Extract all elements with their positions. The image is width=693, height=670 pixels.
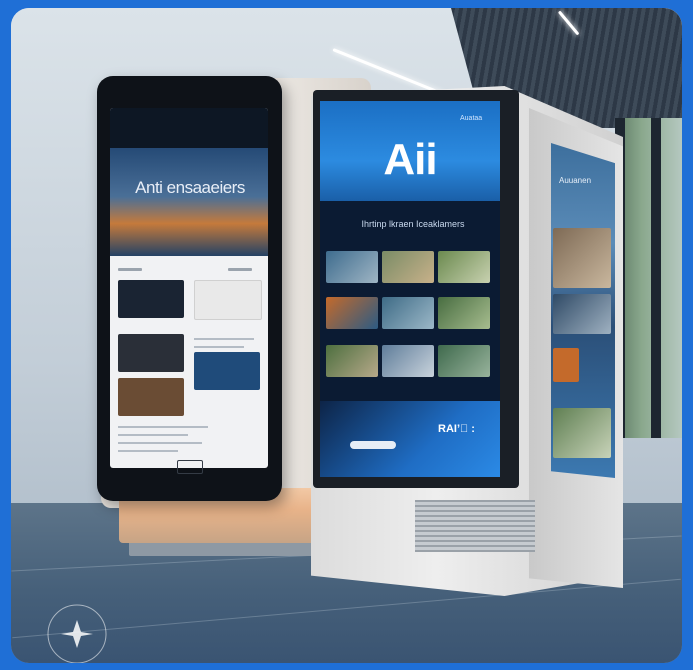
right-kiosk-vent bbox=[415, 500, 535, 552]
gallery-tile bbox=[382, 345, 434, 377]
left-kiosk-navbar bbox=[110, 108, 268, 148]
text-line bbox=[118, 426, 208, 428]
ai-watermark-icon bbox=[47, 604, 107, 663]
right-kiosk-footer-text: RAI’⃒ : bbox=[438, 423, 475, 435]
section-label bbox=[228, 268, 252, 271]
text-line bbox=[118, 442, 202, 444]
content-tile bbox=[118, 378, 184, 416]
gallery-tile bbox=[382, 251, 434, 283]
right-kiosk-subtitle: Ihrtinp lkraen Iceaklamers bbox=[361, 219, 465, 229]
content-tile bbox=[194, 352, 260, 390]
gallery-tile bbox=[438, 297, 490, 329]
side-display-label: Auuanen bbox=[559, 176, 592, 185]
side-display-image bbox=[553, 228, 611, 288]
side-display-image bbox=[553, 294, 611, 334]
side-display-image bbox=[553, 408, 611, 458]
gallery-tile bbox=[438, 251, 490, 283]
text-line bbox=[118, 450, 178, 452]
side-display-image bbox=[553, 348, 579, 382]
content-tile bbox=[118, 280, 184, 318]
gallery-tile bbox=[326, 251, 378, 283]
text-line bbox=[118, 434, 188, 436]
right-kiosk-cta-button bbox=[350, 441, 396, 449]
left-kiosk-hero-title: Anti ensaaeiers bbox=[135, 178, 245, 197]
left-kiosk-screen: Anti ensaaeiers bbox=[110, 108, 268, 468]
window-frame bbox=[651, 118, 661, 438]
text-line bbox=[194, 338, 254, 340]
gallery-tile bbox=[382, 297, 434, 329]
section-label bbox=[118, 268, 142, 271]
gallery-tile bbox=[438, 345, 490, 377]
gallery-tile bbox=[326, 345, 378, 377]
right-kiosk-header-tag: Auataa bbox=[460, 115, 483, 122]
window bbox=[615, 118, 682, 438]
gallery-tile bbox=[326, 297, 378, 329]
photo: Anti ensaaeiers Auataa Aii Ihrtinp lkrae… bbox=[11, 8, 682, 663]
left-kiosk-home-button bbox=[177, 460, 203, 474]
left-kiosk-hero bbox=[110, 148, 268, 256]
border-frame: Anti ensaaeiers Auataa Aii Ihrtinp lkrae… bbox=[0, 0, 693, 670]
content-tile bbox=[194, 280, 262, 320]
text-line bbox=[194, 346, 244, 348]
content-tile bbox=[118, 334, 184, 372]
right-kiosk-title: Aii bbox=[383, 135, 437, 184]
right-kiosk-footer bbox=[320, 401, 500, 477]
